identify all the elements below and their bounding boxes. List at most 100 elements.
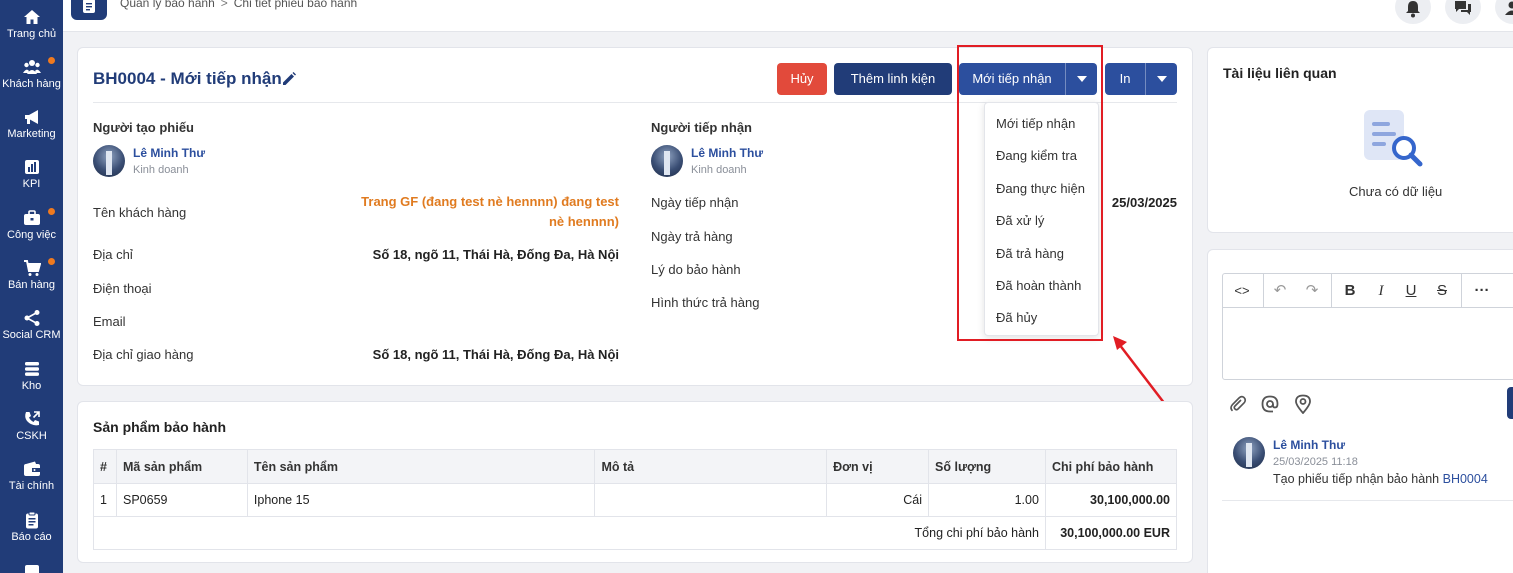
related-docs-title: Tài liệu liên quan xyxy=(1223,65,1337,81)
code-view-icon[interactable]: <> xyxy=(1233,282,1251,300)
chart-icon xyxy=(24,160,39,174)
cell-name: Iphone 15 xyxy=(246,483,596,517)
sidebar-item-label: CSKH xyxy=(16,430,47,442)
sidebar-item-customers[interactable]: Khách hàng xyxy=(0,50,63,100)
avatar xyxy=(1233,437,1265,469)
users-icon xyxy=(22,60,41,74)
products-table: # Mã sản phẩm Tên sản phẩm Mô tả Đơn vị … xyxy=(93,449,1178,550)
creator-role: Kinh doanh xyxy=(133,164,189,176)
customer-name-label: Tên khách hàng xyxy=(93,205,187,220)
sidebar-item-more[interactable] xyxy=(0,558,63,573)
empty-document-icon xyxy=(1364,110,1423,167)
mention-icon[interactable] xyxy=(1261,395,1279,413)
undo-icon[interactable]: ↶ xyxy=(1271,282,1289,300)
cell-cost: 30,100,000.00 xyxy=(1044,483,1178,517)
cell-qty: 1.00 xyxy=(928,483,1046,517)
send-button[interactable] xyxy=(1507,387,1513,419)
sidebar-item-label: Marketing xyxy=(7,128,56,140)
cancel-button[interactable]: Hủy xyxy=(777,63,827,95)
redo-icon[interactable]: ↷ xyxy=(1303,282,1321,300)
column-header: # xyxy=(93,449,117,484)
module-icon-button[interactable] xyxy=(71,0,107,20)
column-header: Mã sản phẩm xyxy=(115,449,248,484)
receiver-name[interactable]: Lê Minh Thư xyxy=(691,146,763,160)
editor-toolbar: <> ↶ ↷ B I U S ··· xyxy=(1223,274,1513,308)
sidebar-item-label: Bán hàng xyxy=(7,279,56,291)
top-bar: Quản lý bảo hành > Chi tiết phiếu bảo hành xyxy=(63,0,1513,32)
table-row[interactable]: 1 SP0659 Iphone 15 Cái 1.00 30,100,000.0… xyxy=(93,483,1178,517)
home-icon xyxy=(23,10,40,24)
warranty-reason-label: Lý do bảo hành xyxy=(651,262,741,277)
total-value: 30,100,000.00 EUR xyxy=(1044,516,1178,550)
notification-dot xyxy=(48,258,55,265)
sidebar-item-kpi[interactable]: KPI xyxy=(0,150,63,200)
notification-dot xyxy=(48,57,55,64)
add-part-button[interactable]: Thêm linh kiện xyxy=(834,63,952,95)
print-button[interactable]: In xyxy=(1105,63,1177,95)
sidebar-item-sales[interactable]: Bán hàng xyxy=(0,251,63,301)
address-label: Địa chỉ xyxy=(93,247,133,262)
breadcrumb-separator: > xyxy=(220,0,228,10)
address-value: Số 18, ngõ 11, Thái Hà, Đống Đa, Hà Nội xyxy=(372,247,619,262)
print-button-label: In xyxy=(1119,71,1131,86)
megaphone-icon xyxy=(24,110,38,124)
column-header: Mô tả xyxy=(594,449,828,484)
return-method-label: Hình thức trả hàng xyxy=(651,295,760,310)
stack-icon xyxy=(24,362,39,376)
location-icon[interactable] xyxy=(1294,394,1312,414)
comment-editor[interactable]: <> ↶ ↷ B I U S ··· xyxy=(1222,273,1513,380)
pencil-icon[interactable] xyxy=(281,71,297,87)
messages-button[interactable] xyxy=(1445,0,1481,24)
sidebar-item-marketing[interactable]: Marketing xyxy=(0,100,63,150)
paperclip-icon[interactable] xyxy=(1229,395,1247,413)
sidebar-item-label: Kho xyxy=(21,380,42,392)
italic-icon[interactable]: I xyxy=(1372,282,1390,300)
sidebar-item-social-crm[interactable]: Social CRM xyxy=(0,301,63,351)
sidebar-item-home[interactable]: Trang chủ xyxy=(0,0,63,50)
sidebar-item-finance[interactable]: Tài chính xyxy=(0,452,63,502)
creator-heading: Người tạo phiếu xyxy=(93,120,194,135)
column-header: Tên sản phẩm xyxy=(246,449,596,484)
receiver-heading: Người tiếp nhận xyxy=(651,120,752,135)
bold-icon[interactable]: B xyxy=(1341,282,1359,300)
avatar xyxy=(651,145,683,177)
sidebar-item-label: Công việc xyxy=(7,229,56,241)
activity-author[interactable]: Lê Minh Thư xyxy=(1273,438,1345,452)
sidebar-item-warehouse[interactable]: Kho xyxy=(0,352,63,402)
user-switch-icon xyxy=(1505,1,1513,15)
column-header: Chi phí bảo hành xyxy=(1044,449,1178,484)
activity-time: 25/03/2025 11:18 xyxy=(1273,456,1358,468)
customer-name-value[interactable]: Trang GF (đang test nè hennnn) đang test… xyxy=(349,192,619,232)
strikethrough-icon[interactable]: S xyxy=(1433,282,1451,300)
sidebar-item-label: KPI xyxy=(22,178,41,190)
sidebar-item-customer-care[interactable]: CSKH xyxy=(0,402,63,452)
underline-icon[interactable]: U xyxy=(1402,282,1420,300)
breadcrumb-root[interactable]: Quản lý bảo hành xyxy=(120,0,215,10)
total-label: Tổng chi phí bảo hành xyxy=(93,516,1046,550)
activity-text: Tạo phiếu tiếp nhận bảo hành BH0004 xyxy=(1273,472,1488,486)
breadcrumb-current: Chi tiết phiếu bảo hành xyxy=(233,0,358,10)
activity-ticket-link[interactable]: BH0004 xyxy=(1443,472,1488,486)
chevron-down-icon[interactable] xyxy=(1145,63,1177,95)
notifications-button[interactable] xyxy=(1395,0,1431,24)
creator-name[interactable]: Lê Minh Thư xyxy=(133,146,205,160)
delivery-address-value: Số 18, ngõ 11, Thái Hà, Đống Đa, Hà Nội xyxy=(372,347,619,362)
highlight-box xyxy=(957,45,1103,341)
cell-unit: Cái xyxy=(826,483,930,517)
email-label: Email xyxy=(93,314,126,329)
sidebar-item-tasks[interactable]: Công việc xyxy=(0,201,63,251)
empty-state-text: Chưa có dữ liệu xyxy=(1349,184,1443,199)
cell-desc xyxy=(594,483,828,517)
delivery-address-label: Địa chỉ giao hàng xyxy=(93,347,194,362)
phone-icon xyxy=(24,411,40,426)
avatar xyxy=(93,145,125,177)
sidebar: Trang chủ Khách hàng Marketing KPI Công … xyxy=(0,0,63,573)
sidebar-item-label: Trang chủ xyxy=(6,28,57,40)
more-icon[interactable]: ··· xyxy=(1473,282,1491,300)
sidebar-item-label: Khách hàng xyxy=(2,78,61,90)
sidebar-item-label: Báo cáo xyxy=(11,531,52,543)
products-title: Sản phẩm bảo hành xyxy=(93,419,227,435)
user-menu-button[interactable] xyxy=(1495,0,1513,24)
notification-dot xyxy=(48,208,55,215)
sidebar-item-reports[interactable]: Báo cáo xyxy=(0,503,63,553)
